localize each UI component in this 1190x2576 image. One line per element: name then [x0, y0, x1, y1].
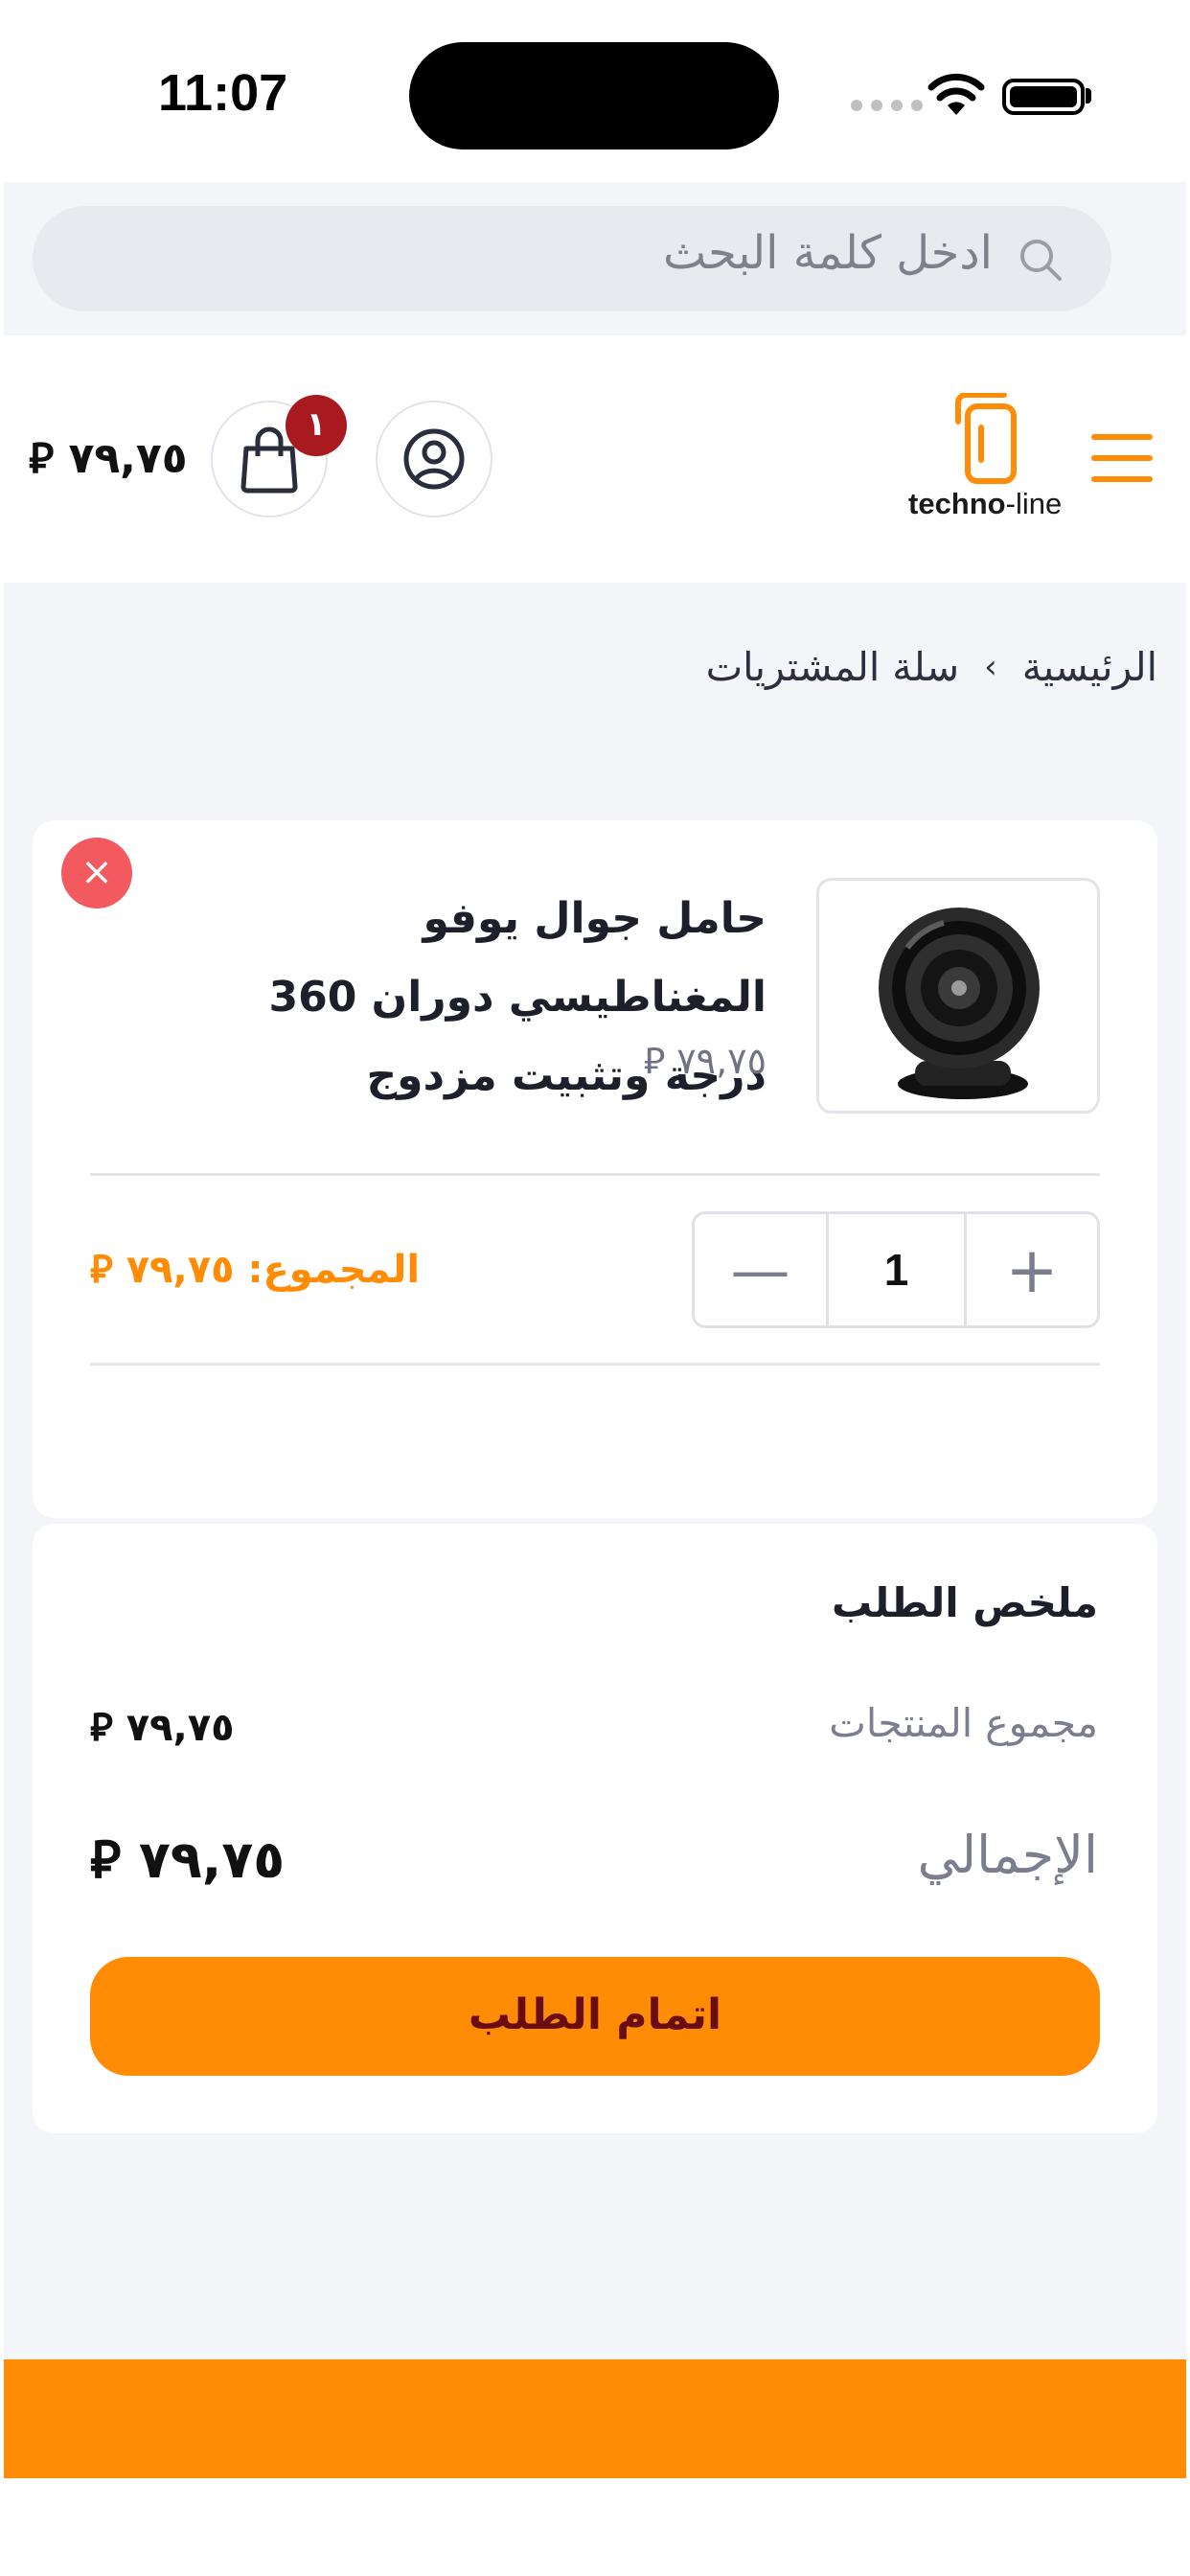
- logo-suffix: -line: [1005, 487, 1063, 520]
- site-footer: [4, 2359, 1186, 2478]
- wifi-icon: [927, 73, 985, 115]
- dynamic-island: [409, 42, 779, 150]
- breadcrumb-separator: ›: [984, 648, 997, 686]
- total-label: الإجمالي: [917, 1825, 1098, 1885]
- header-cart-total: ٧٩,٧٥ ⃁: [29, 434, 188, 483]
- subtotal-label: مجموع المنتجات: [829, 1700, 1098, 1746]
- hamburger-menu-icon[interactable]: [1090, 431, 1154, 485]
- order-summary-title: ملخص الطلب: [831, 1579, 1098, 1626]
- logo-brand: techno: [908, 487, 1006, 520]
- increase-quantity-button[interactable]: +: [967, 1214, 1097, 1325]
- search-placeholder: ادخل كلمة البحث: [662, 226, 993, 280]
- cellular-signal-icon: [851, 100, 923, 111]
- checkout-button[interactable]: اتمام الطلب: [90, 1957, 1100, 2076]
- logo-phone-icon[interactable]: [954, 393, 1019, 485]
- bottom-safe-area: [0, 2478, 1190, 2576]
- item-line-total: المجموع: ٧٩,٧٥ ⃁: [90, 1248, 421, 1292]
- user-icon: [403, 428, 465, 490]
- divider: [90, 1173, 1100, 1176]
- status-time: 11:07: [158, 64, 288, 122]
- quantity-stepper: — 1 +: [692, 1211, 1100, 1328]
- product-image[interactable]: [816, 878, 1100, 1114]
- subtotal-value: ٧٩,٧٥ ⃁: [90, 1706, 235, 1750]
- account-button[interactable]: [376, 401, 492, 518]
- battery-tip: [1086, 88, 1091, 104]
- logo-text[interactable]: techno-line: [908, 487, 1062, 521]
- divider: [90, 1363, 1100, 1366]
- breadcrumb: الرئيسية › سلة المشتريات: [706, 644, 1157, 690]
- product-price: ٧٩,٧٥ ⃁: [643, 1040, 767, 1082]
- cart-count-badge: ١: [286, 395, 347, 456]
- quantity-value[interactable]: 1: [829, 1214, 967, 1325]
- breadcrumb-home[interactable]: الرئيسية: [1022, 644, 1157, 690]
- decrease-quantity-button[interactable]: —: [695, 1214, 829, 1325]
- magnetic-car-holder-image: [879, 908, 1040, 1099]
- breadcrumb-current: سلة المشتريات: [705, 644, 960, 690]
- total-value: ٧٩,٧٥ ⃁: [90, 1829, 286, 1890]
- search-icon: [1020, 240, 1062, 281]
- remove-item-button[interactable]: ×: [61, 838, 132, 908]
- battery-icon: [1002, 79, 1085, 115]
